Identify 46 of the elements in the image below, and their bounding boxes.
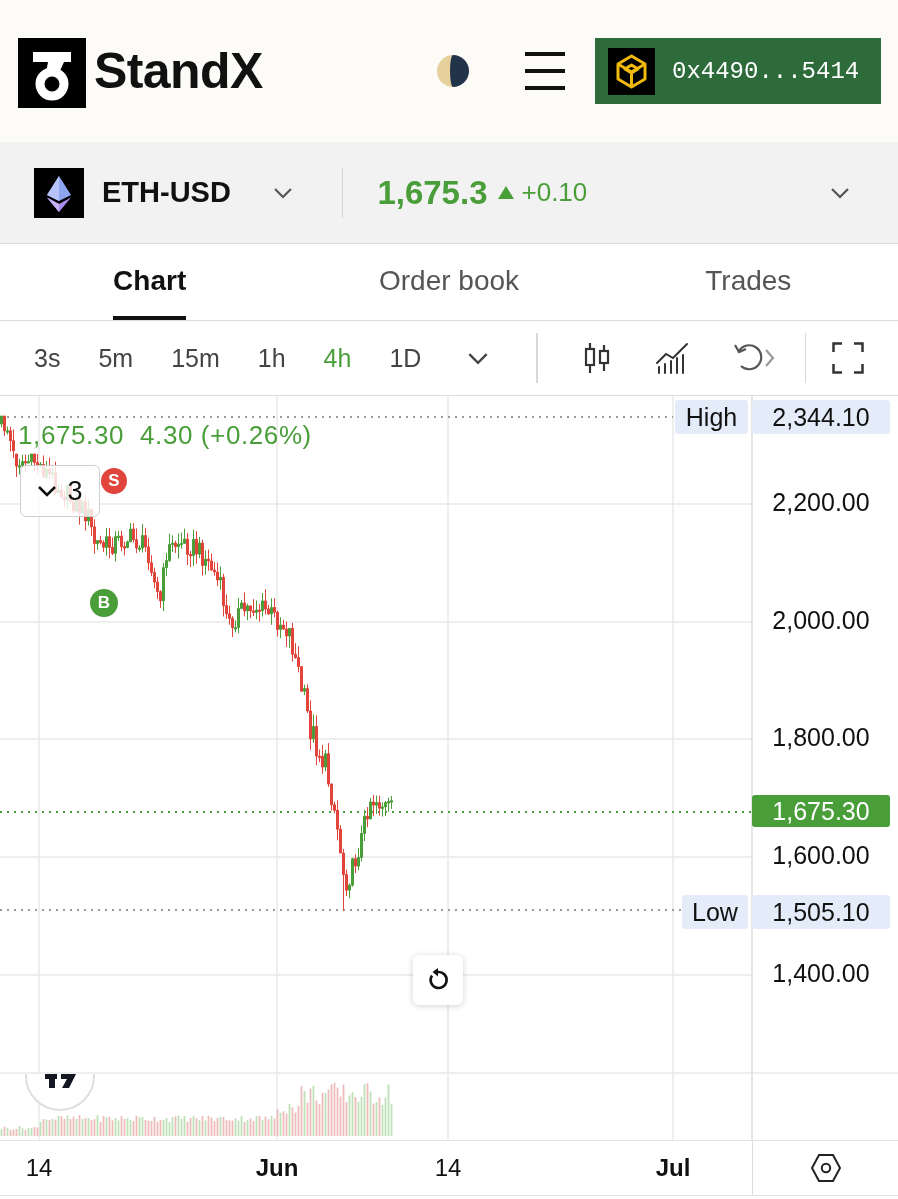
legend-price: 1,675.30 (18, 420, 124, 450)
chevron-down-icon (272, 186, 293, 199)
market-selector[interactable]: ETH-USD (34, 167, 293, 218)
price-axis-label: 1,600.00 (772, 840, 870, 870)
brand-name: StandX (94, 42, 263, 100)
rotate-icon (426, 968, 450, 992)
chevron-down-icon (37, 485, 58, 497)
interval-tab[interactable]: 3s (34, 343, 61, 373)
wallet-button[interactable]: 0x4490...5414 (595, 38, 881, 104)
tab[interactable]: Trades (705, 244, 792, 320)
price-axis-label: 2,200.00 (772, 487, 870, 517)
price-axis-label: 1,800.00 (772, 722, 870, 752)
chevron-down-icon[interactable] (467, 351, 490, 365)
moon-icon[interactable] (436, 54, 470, 88)
time-axis-label: Jul (655, 1153, 691, 1183)
tab[interactable]: Order book (378, 244, 520, 320)
fullscreen-icon[interactable] (832, 342, 865, 374)
interval-tab[interactable]: 15m (171, 343, 220, 373)
low-price-label: 1,505.10 (752, 895, 890, 929)
price-change: +0.10 (521, 177, 588, 208)
time-axis-label: 14 (25, 1153, 53, 1183)
menu-icon[interactable] (525, 52, 565, 90)
interval-tab[interactable]: 5m (98, 343, 134, 373)
price-axis-label: 1,400.00 (772, 958, 870, 988)
cube-icon (608, 47, 655, 95)
logo-icon[interactable] (18, 38, 86, 108)
round-logo-icon[interactable] (24, 1074, 96, 1114)
legend-change: 4.30 (+0.26%) (140, 420, 312, 450)
sell-marker[interactable]: S (101, 468, 127, 494)
high-price-label: 2,344.10 (752, 400, 890, 434)
price-axis-label: 2,000.00 (772, 605, 870, 635)
indicator-chart-icon[interactable] (654, 342, 689, 374)
settings-icon[interactable] (811, 1154, 841, 1182)
low-label: Low (682, 895, 748, 929)
chevron-down-icon[interactable] (830, 186, 850, 199)
time-axis-label: Jun (255, 1153, 299, 1183)
time-axis-label: 14 (434, 1153, 462, 1183)
interval-tab[interactable]: 1h (257, 343, 286, 373)
tab[interactable]: Chart (113, 244, 187, 320)
interval-tab[interactable]: 1D (389, 343, 422, 373)
markers-toggle[interactable]: 3 (20, 465, 100, 517)
candlestick-icon[interactable] (582, 342, 611, 374)
last-price: 1,675.3 (377, 173, 488, 212)
high-label: High (675, 400, 748, 434)
reset-chart-button[interactable] (413, 955, 463, 1005)
last-price-tag: 1,675.30 (752, 795, 890, 827)
